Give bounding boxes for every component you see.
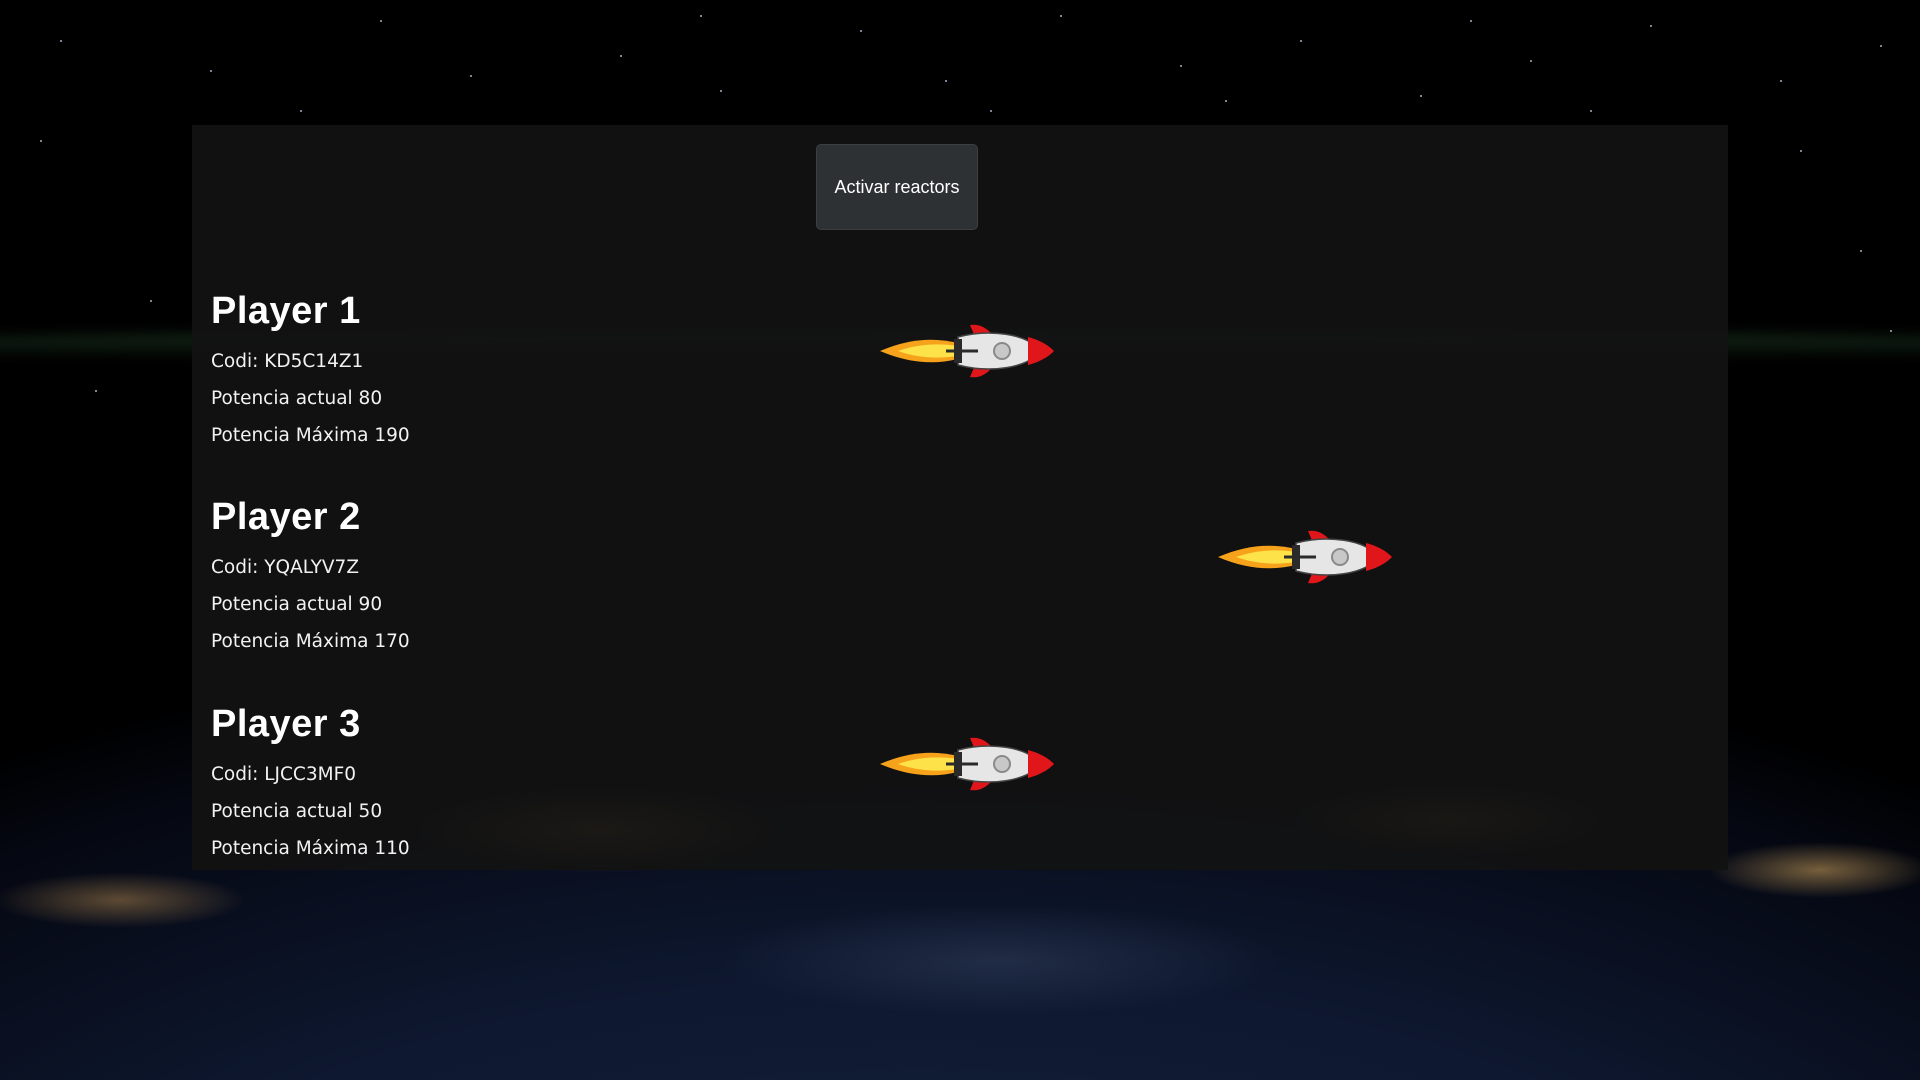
star [300,110,302,112]
star [1420,95,1422,97]
player-max-power: Potencia Máxima 110 [211,838,410,859]
star [150,300,152,302]
star [380,20,382,22]
star [720,90,722,92]
player-card-2: Player 2 Codi: YQALYV7Z Potencia actual … [211,496,410,660]
star [1590,110,1592,112]
star [1530,60,1532,62]
player-name: Player 2 [211,496,361,538]
rocket-icon [1218,530,1392,584]
activate-reactors-button[interactable]: Activar reactors [816,144,978,230]
star [1890,330,1892,332]
player-current-power: Potencia actual 90 [211,594,383,615]
star [210,70,212,72]
star [1225,100,1227,102]
player-current-power: Potencia actual 80 [211,388,383,409]
player-max-power: Potencia Máxima 170 [211,631,410,652]
player-name: Player 3 [211,703,361,745]
star [1650,25,1652,27]
space-background: Activar reactors Player 1 Codi: KD5C14Z1… [0,0,1920,1080]
star [1800,150,1802,152]
player-max-power: Potencia Máxima 190 [211,425,410,446]
star [1880,45,1882,47]
star [1060,15,1062,17]
star [860,30,862,32]
rocket-icon [880,737,1054,791]
player-card-3: Player 3 Codi: LJCC3MF0 Potencia actual … [211,703,410,867]
rocket-icon [880,324,1054,378]
star [1860,250,1862,252]
player-code: Codi: KD5C14Z1 [211,351,364,372]
star [1470,20,1472,22]
player-current-power: Potencia actual 50 [211,801,383,822]
player-card-1: Player 1 Codi: KD5C14Z1 Potencia actual … [211,290,410,454]
star [620,55,622,57]
star [1780,80,1782,82]
star [990,110,992,112]
star [1180,65,1182,67]
player-code: Codi: LJCC3MF0 [211,764,356,785]
star [40,140,42,142]
star [1300,40,1302,42]
star [700,15,702,17]
star [470,75,472,77]
player-name: Player 1 [211,290,361,332]
race-panel: Activar reactors Player 1 Codi: KD5C14Z1… [192,125,1728,870]
star [60,40,62,42]
player-code: Codi: YQALYV7Z [211,557,359,578]
star [945,80,947,82]
star [95,390,97,392]
